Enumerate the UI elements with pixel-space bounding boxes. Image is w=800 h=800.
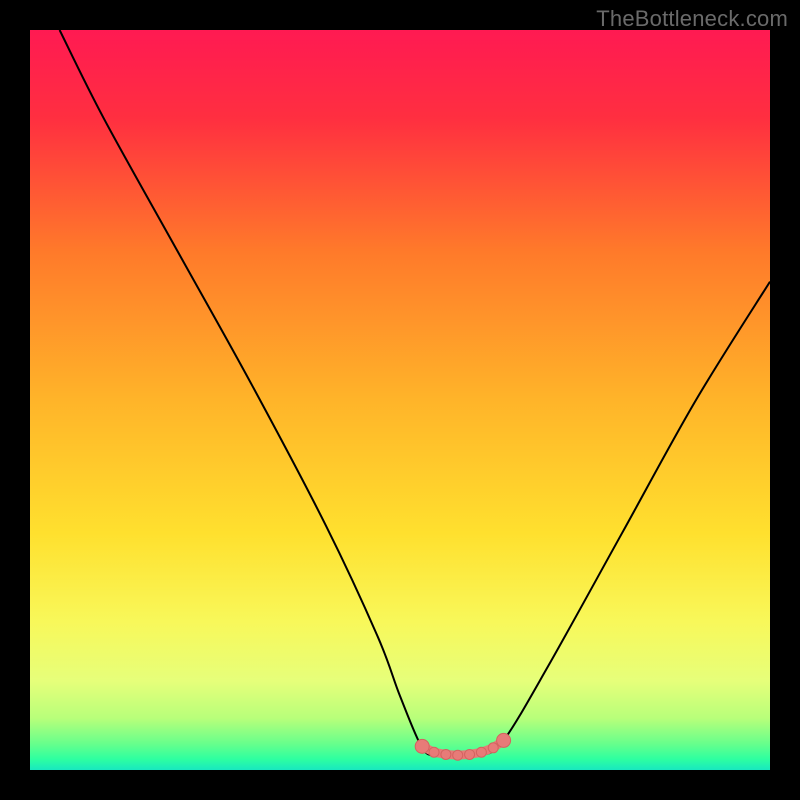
optimal-range-dot — [476, 747, 486, 757]
optimal-range-dot — [441, 749, 451, 759]
optimal-range-endpoint — [415, 739, 429, 753]
optimal-range-endpoint — [497, 733, 511, 747]
curve-layer — [30, 30, 770, 770]
optimal-range-dot — [488, 743, 498, 753]
watermark-text: TheBottleneck.com — [596, 6, 788, 32]
chart-frame: TheBottleneck.com — [0, 0, 800, 800]
optimal-range-dot — [453, 750, 463, 760]
optimal-range-dot — [429, 747, 439, 757]
bottleneck-curve — [60, 30, 770, 756]
optimal-range-dot — [465, 749, 475, 759]
plot-area — [30, 30, 770, 770]
